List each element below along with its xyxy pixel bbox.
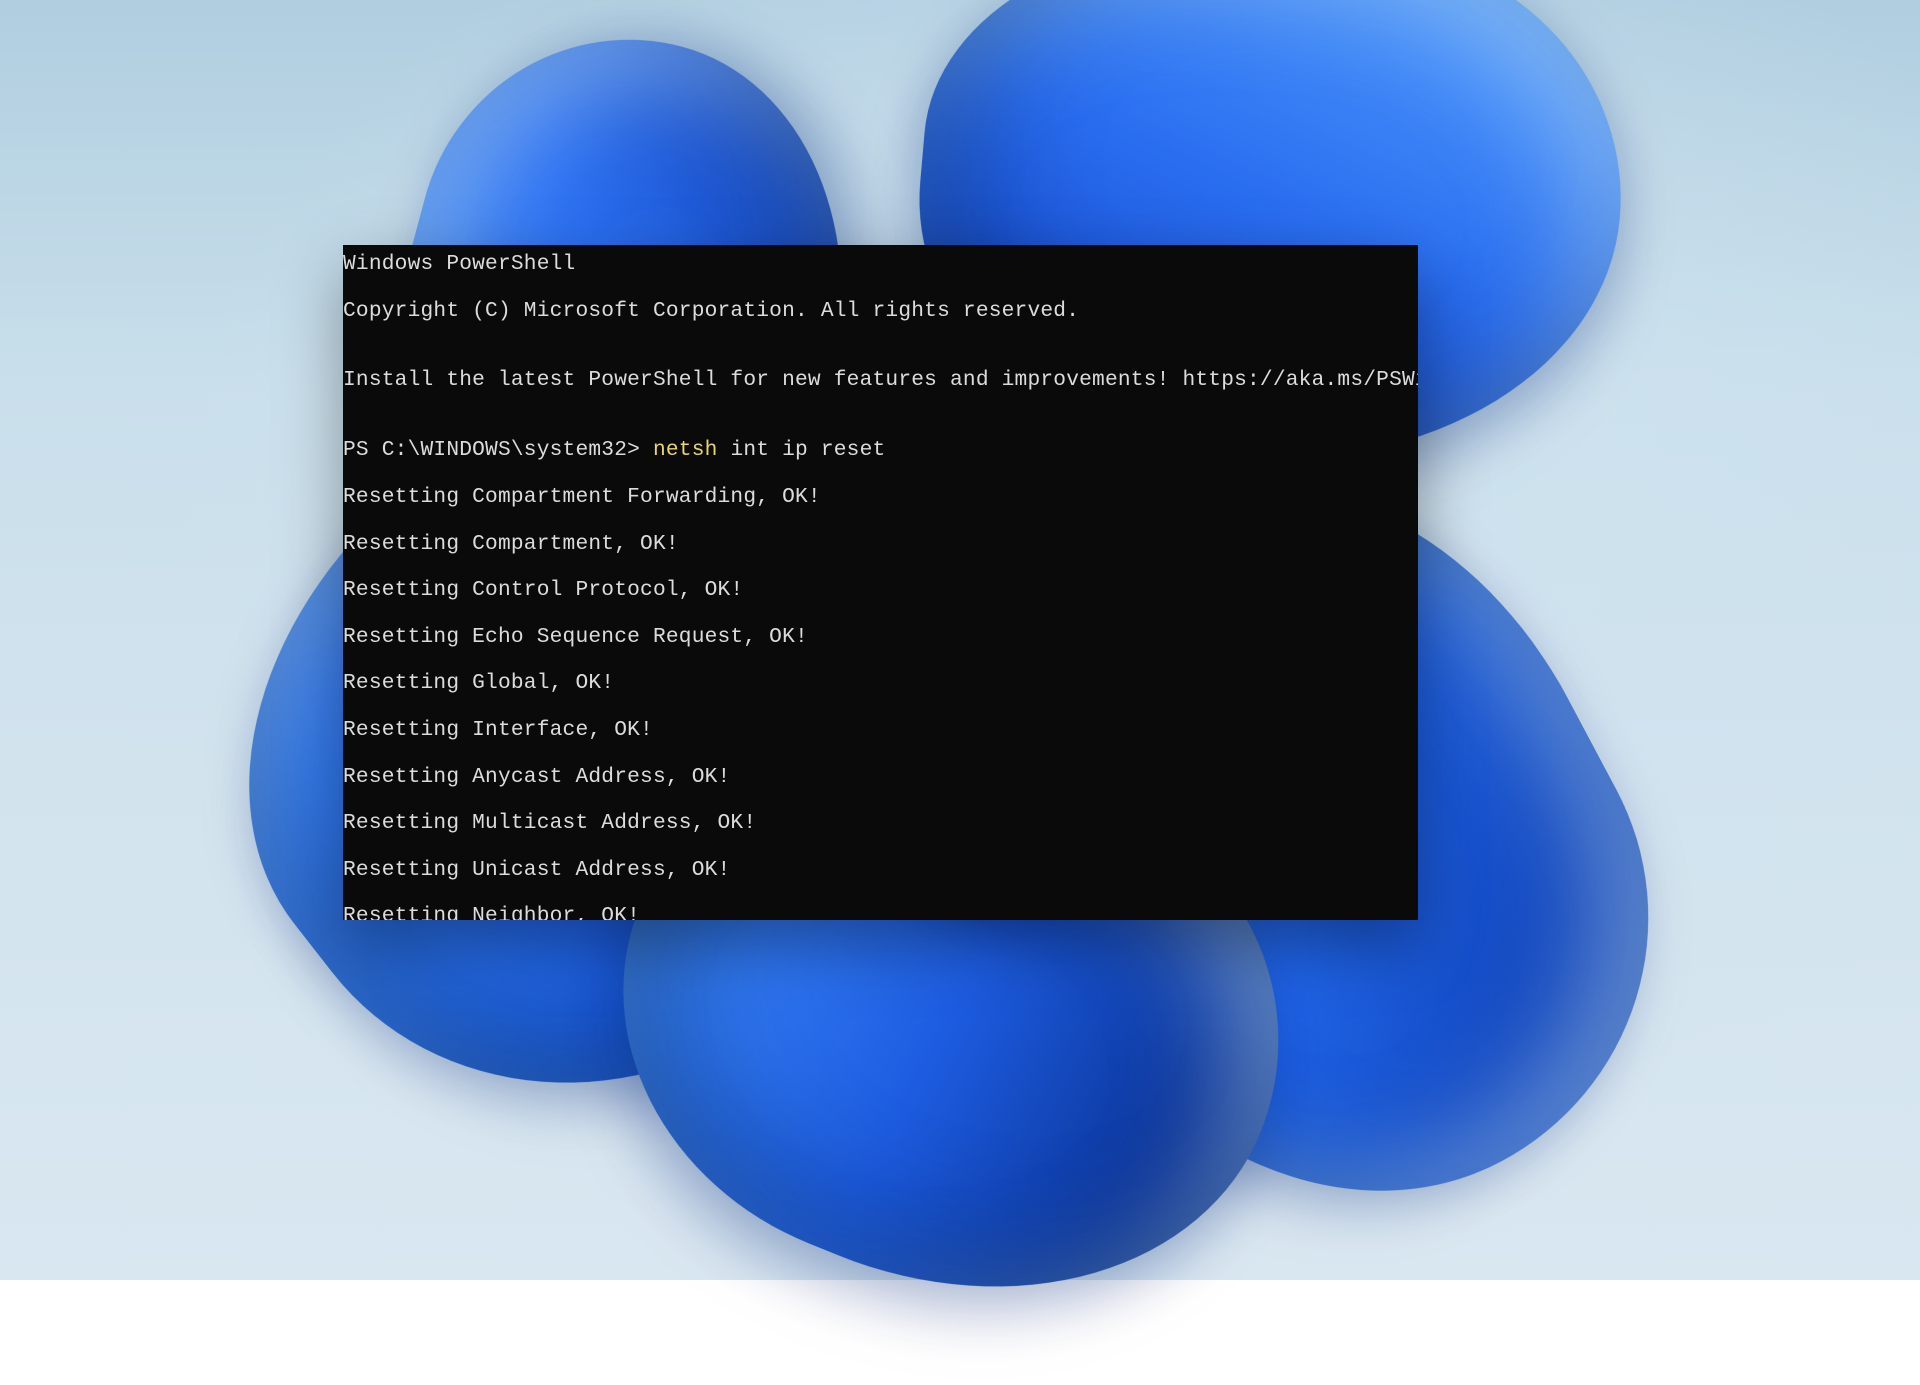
terminal-line: Resetting Unicast Address, OK!	[343, 859, 1418, 882]
powershell-terminal[interactable]: Windows PowerShell Copyright (C) Microso…	[343, 245, 1418, 920]
terminal-line: Copyright (C) Microsoft Corporation. All…	[343, 300, 1418, 323]
command-first-token: netsh	[653, 438, 718, 462]
terminal-line: Resetting Interface, OK!	[343, 719, 1418, 742]
terminal-line: Resetting Anycast Address, OK!	[343, 766, 1418, 789]
terminal-line: Resetting Compartment, OK!	[343, 533, 1418, 556]
terminal-line: Resetting Multicast Address, OK!	[343, 812, 1418, 835]
terminal-line: Resetting Control Protocol, OK!	[343, 579, 1418, 602]
terminal-line: Resetting Neighbor, OK!	[343, 905, 1418, 920]
terminal-line: Windows PowerShell	[343, 253, 1418, 276]
terminal-line: Resetting Echo Sequence Request, OK!	[343, 626, 1418, 649]
terminal-line: Resetting Compartment Forwarding, OK!	[343, 486, 1418, 509]
prompt-prefix: PS C:\WINDOWS\system32>	[343, 438, 653, 462]
terminal-prompt-line: PS C:\WINDOWS\system32> netsh int ip res…	[343, 439, 1418, 462]
command-rest: int ip reset	[718, 438, 886, 462]
terminal-line: Install the latest PowerShell for new fe…	[343, 369, 1418, 392]
terminal-output-area[interactable]: Windows PowerShell Copyright (C) Microso…	[343, 245, 1418, 920]
terminal-line: Resetting Global, OK!	[343, 672, 1418, 695]
